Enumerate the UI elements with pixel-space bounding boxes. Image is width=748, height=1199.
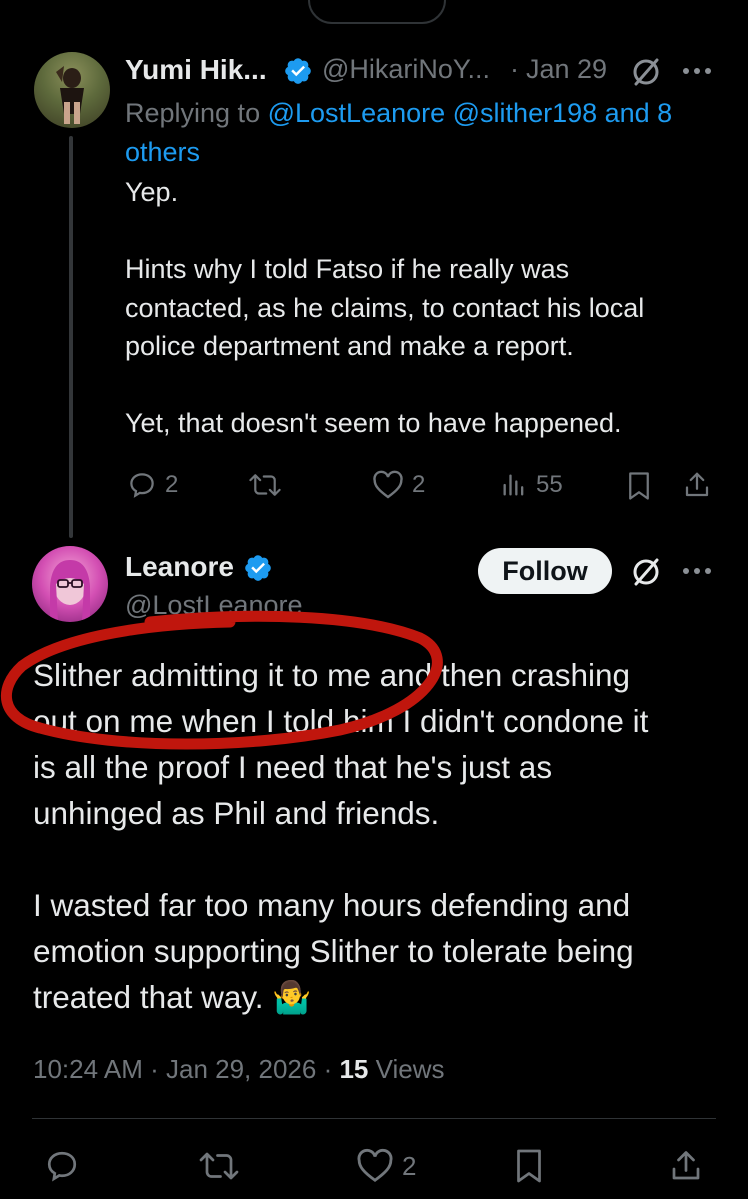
views-label: Views — [375, 1054, 445, 1084]
text-line — [125, 212, 725, 251]
bookmark-icon[interactable] — [626, 471, 652, 501]
like-icon — [356, 1148, 394, 1184]
annotation-circle — [1, 610, 443, 750]
text-line: unhinged as Phil and friends. — [33, 795, 440, 831]
like-count: 2 — [412, 471, 426, 498]
bookmark-icon[interactable] — [514, 1148, 544, 1184]
views-button[interactable]: 55 — [500, 470, 563, 500]
more-icon[interactable] — [682, 66, 712, 76]
like-icon — [372, 470, 404, 500]
text-line-end: treated that way. — [33, 979, 264, 1015]
more-icon[interactable] — [682, 566, 712, 576]
text-line: Yet, that doesn't seem to have happened. — [125, 408, 622, 438]
text-line: Yep. — [125, 177, 179, 207]
replying-prefix: Replying to — [125, 98, 261, 128]
retweet-icon — [248, 470, 282, 500]
text-line — [125, 366, 725, 405]
text-line: contacted, as he claims, to contact his … — [125, 292, 645, 323]
author-handle[interactable]: @HikariNoY... — [322, 54, 490, 85]
retweet-icon — [198, 1148, 240, 1184]
share-icon[interactable] — [668, 1148, 704, 1184]
timestamp-row: 10:24 AM · Jan 29, 2026 · 15 Views — [33, 1054, 445, 1084]
tweet-date[interactable]: Jan 29 — [526, 54, 607, 85]
reply-button[interactable] — [44, 1148, 80, 1184]
like-button[interactable]: 2 — [372, 470, 425, 500]
author-name[interactable]: Leanore — [125, 551, 234, 583]
text-line: I wasted far too many hours defending an… — [33, 887, 631, 923]
separator-dot: · — [510, 54, 519, 84]
text-line — [33, 836, 723, 882]
like-count: 2 — [402, 1150, 417, 1181]
verified-icon — [283, 56, 313, 86]
retweet-button[interactable] — [198, 1148, 240, 1184]
shrug-emoji: 🤷‍♂️ — [272, 980, 312, 1016]
post-date[interactable]: Jan 29, 2026 — [166, 1054, 316, 1084]
verified-icon — [243, 553, 273, 583]
share-icon[interactable] — [682, 470, 712, 500]
post-time[interactable]: 10:24 AM — [33, 1054, 143, 1084]
thread-line — [69, 136, 73, 538]
reply-button[interactable]: 2 — [127, 470, 178, 500]
text-line: police department and make a report. — [125, 331, 574, 361]
grok-icon[interactable] — [630, 56, 662, 88]
text-line: emotion supporting Slither to tolerate b… — [33, 933, 634, 969]
tweet-text: Yep. Hints why I told Fatso if he really… — [125, 173, 725, 443]
views-count: 15 — [339, 1054, 369, 1084]
retweet-button[interactable] — [248, 470, 282, 500]
follow-button[interactable]: Follow — [478, 548, 612, 594]
views-icon — [500, 470, 528, 500]
replying-to: Replying to @LostLeanore @slither198 and… — [125, 94, 725, 172]
like-button[interactable]: 2 — [356, 1148, 416, 1184]
text-line: Hints why I told Fatso if he really was — [125, 254, 570, 284]
divider — [32, 1118, 716, 1119]
reply-icon — [127, 470, 157, 500]
reply-count: 2 — [165, 471, 179, 498]
grok-icon[interactable] — [630, 556, 662, 588]
reply-icon — [44, 1148, 80, 1184]
dynamic-island — [308, 0, 446, 24]
views-count: 55 — [536, 471, 563, 498]
text-line: treated that way. 🤷‍♂️ — [33, 974, 723, 1020]
avatar-yumi[interactable] — [34, 52, 110, 128]
author-name[interactable]: Yumi Hik... — [125, 54, 267, 86]
